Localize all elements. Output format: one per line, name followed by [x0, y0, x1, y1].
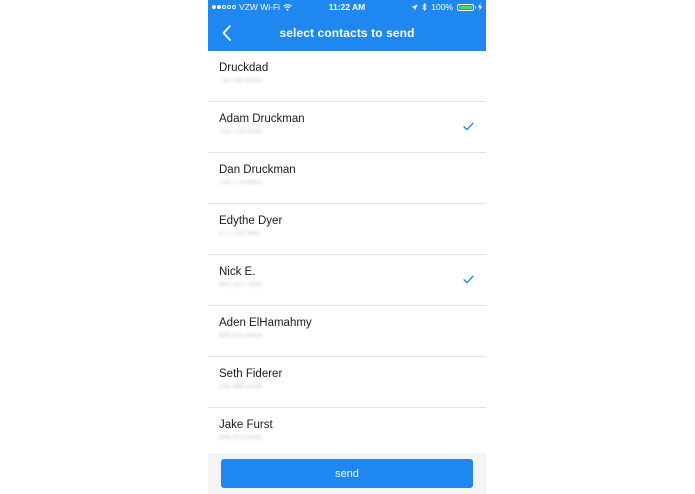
contact-row[interactable]: Aden ElHamahmy 609-915-4656: [208, 306, 486, 357]
contact-name: Jake Furst: [219, 419, 273, 431]
contact-row[interactable]: Druckdad 732-290-8035: [208, 51, 486, 102]
contact-phone: 877-764-4687: [219, 231, 263, 237]
contact-name: Adam Druckman: [219, 113, 305, 125]
contact-phone: 862-257-7653: [219, 282, 263, 288]
bluetooth-icon: [422, 3, 427, 11]
contact-name: Dan Druckman: [219, 164, 296, 176]
location-arrow-icon: [411, 4, 418, 10]
nav-bar: select contacts to send: [208, 15, 486, 51]
contact-row[interactable]: Dan Druckman 732-773-8853: [208, 153, 486, 204]
contact-phone: 646-912-5925: [219, 435, 263, 441]
contact-name: Seth Fiderer: [219, 368, 283, 380]
contact-phone: 732-718-9430: [219, 129, 263, 135]
checkmark-icon: [463, 275, 474, 284]
status-right: 100%: [411, 2, 482, 12]
contact-row[interactable]: Adam Druckman 732-718-9430: [208, 102, 486, 153]
send-button[interactable]: send: [221, 459, 473, 488]
contact-name: Edythe Dyer: [219, 215, 283, 227]
checkmark-icon: [463, 122, 474, 131]
contact-row[interactable]: Edythe Dyer 877-764-4687: [208, 204, 486, 255]
status-bar: VZW Wi-Fi 11:22 AM 100%: [208, 0, 486, 15]
contact-name: Nick E.: [219, 266, 256, 278]
battery-percent: 100%: [431, 2, 453, 12]
phone-screen: VZW Wi-Fi 11:22 AM 100% select contacts …: [208, 0, 486, 494]
contact-row[interactable]: Seth Fiderer 908-966-0536: [208, 357, 486, 408]
contact-row[interactable]: Nick E. 862-257-7653: [208, 255, 486, 306]
contact-list: Druckdad 732-290-8035 Adam Druckman 732-718…: [208, 51, 486, 459]
contact-row[interactable]: Jake Furst 646-912-5925: [208, 408, 486, 459]
contact-phone: 732-290-8035: [219, 78, 263, 84]
footer: send: [208, 453, 486, 494]
contact-phone: 609-915-4656: [219, 333, 263, 339]
page-title: select contacts to send: [279, 26, 415, 40]
contact-name: Aden ElHamahmy: [219, 317, 312, 329]
battery-icon: [457, 3, 476, 11]
contact-phone: 908-966-0536: [219, 384, 263, 390]
contact-name: Druckdad: [219, 62, 269, 74]
charging-bolt-icon: [478, 3, 482, 11]
contact-phone: 732-773-8853: [219, 180, 263, 186]
